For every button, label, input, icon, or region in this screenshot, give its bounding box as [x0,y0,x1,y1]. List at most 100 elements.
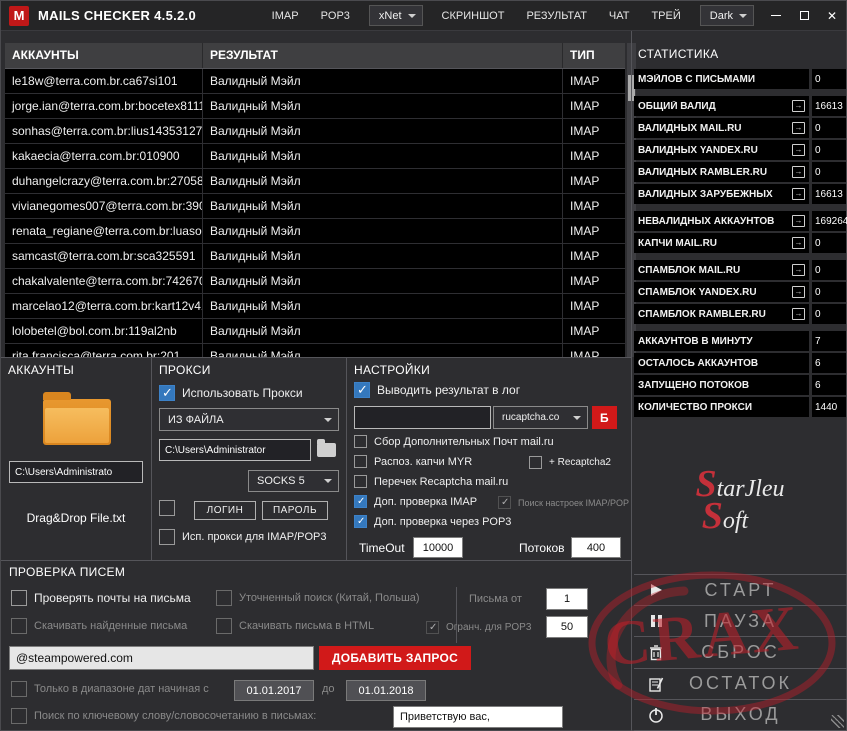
header-result[interactable]: РЕЗУЛЬТАТ [203,43,563,68]
download-html-checkbox[interactable]: Скачивать письма в HTML [216,618,374,634]
extra-pop3-checkbox[interactable]: Доп. проверка через POP3 [354,515,511,528]
menu-tray[interactable]: ТРЕЙ [640,1,691,31]
table-row[interactable]: renata_regiane@terra.com.br:luasol Валидн… [5,219,625,244]
play-icon [651,584,662,597]
recognize-captcha-label: Распоз. капчи MYR [374,455,473,468]
resize-grip[interactable] [831,715,844,728]
open-proxy-folder-icon[interactable] [317,439,336,457]
proxy-type-value: SOCKS 5 [257,475,305,487]
reset-button[interactable]: СБРОС [634,636,847,667]
check-letters-checkbox[interactable]: Проверять почты на письма [11,590,191,606]
type-cell: IMAP [570,99,600,113]
menu-screenshot[interactable]: СКРИНШОТ [431,1,516,31]
header-type[interactable]: ТИП [563,43,625,68]
account-cell: sonhas@terra.com.br:lius1435312776 [5,119,203,143]
proxy-for-imap-checkbox[interactable]: Исп. прокси для IMAP/POP3 [159,529,326,545]
log-output-checkbox[interactable]: Выводить результат в лог [354,382,520,398]
maximize-button[interactable] [790,1,818,31]
date-to-button[interactable]: 01.01.2018 [346,680,426,701]
xnet-select[interactable]: xNet [368,5,423,26]
table-row[interactable]: duhangelcrazy@terra.com.br:2705823 Валидн… [5,169,625,194]
close-button[interactable] [818,1,846,31]
stat-value: 0 [812,260,846,280]
threads-input[interactable] [571,537,621,558]
proxy-source-value: ИЗ ФАЙЛА [168,413,224,426]
table-row[interactable]: chakalvalente@terra.com.br:7426709 Валидн… [5,269,625,294]
use-proxy-checkbox[interactable]: Использовать Прокси [159,385,303,401]
table-row[interactable]: marcelao12@terra.com.br:kart12v41 Валидны… [5,294,625,319]
date-from-button[interactable]: 01.01.2017 [234,680,314,701]
table-row[interactable]: vivianegomes007@terra.com.br:3903 Валидны… [5,194,625,219]
result-cell: Валидный Мэйл [203,219,563,243]
stat-label-cell: СПАМБЛОК RAMBLER.RU [634,304,809,324]
log-output-label: Выводить результат в лог [377,383,521,397]
pop3-limit-input[interactable] [546,616,588,638]
export-icon[interactable] [792,308,805,320]
menu-chat[interactable]: ЧАТ [598,1,641,31]
proxy-path-input[interactable] [159,439,311,461]
captcha-service-select[interactable]: rucaptcha.co [493,406,588,429]
password-button[interactable]: ПАРОЛЬ [262,501,328,520]
theme-value: Dark [709,9,733,22]
export-icon[interactable] [792,188,805,200]
start-button[interactable]: СТАРТ [634,574,847,605]
export-icon[interactable] [792,100,805,112]
export-icon[interactable] [792,237,805,249]
captcha-key-input[interactable] [354,406,491,429]
table-row[interactable]: le18w@terra.com.br.ca67si101 Валидный Мэй… [5,69,625,94]
collect-mailru-checkbox[interactable]: Сбор Дополнительных Почт mail.ru [354,435,554,448]
theme-select[interactable]: Dark [699,5,754,26]
export-icon[interactable] [792,166,805,178]
proxy-auth-checkbox[interactable] [159,500,175,516]
proxy-type-select[interactable]: SOCKS 5 [248,470,339,492]
proxy-source-select[interactable]: ИЗ ФАЙЛА [159,408,339,431]
export-icon[interactable] [792,286,805,298]
download-found-checkbox[interactable]: Скачивать найденные письма [11,618,187,634]
menu-pop3[interactable]: POP3 [310,1,361,31]
checkbox-icon [354,435,367,448]
menu-result[interactable]: РЕЗУЛЬТАТ [515,1,597,31]
table-row[interactable]: samcast@terra.com.br:sca325591 Валидный М… [5,244,625,269]
stat-row: ОСТАЛОСЬ АККАУНТОВ 6 [634,353,846,373]
login-button[interactable]: ЛОГИН [194,501,256,520]
timeout-input[interactable] [413,537,463,558]
menu-imap[interactable]: IMAP [261,1,310,31]
open-accounts-folder-icon[interactable] [43,392,111,445]
extra-imap-checkbox[interactable]: Доп. проверка IMAP [354,495,477,508]
accounts-path-input[interactable] [9,461,143,483]
table-row[interactable]: lolobetel@bol.com.br:119al2nb Валидный Мэ… [5,319,625,344]
table-row[interactable]: kakaecia@terra.com.br:010900 Валидный Мэй… [5,144,625,169]
type-cell: IMAP [570,224,600,238]
keyword-input[interactable] [393,706,563,728]
export-icon[interactable] [792,122,805,134]
refined-search-checkbox[interactable]: Уточненный поиск (Китай, Польша) [216,590,420,606]
stat-row: ОБЩИЙ ВАЛИД 16613 [634,96,846,116]
titlebar: M MAILS CHECKER 4.5.2.0 IMAP POP3 xNet С… [1,1,846,31]
export-icon[interactable] [792,144,805,156]
pause-button[interactable]: ПАУЗА [634,605,847,636]
minimize-button[interactable] [762,1,790,31]
pop3-limit-checkbox[interactable]: Огранч. для POP3 [426,621,531,634]
recognize-captcha-checkbox[interactable]: Распоз. капчи MYR [354,455,472,468]
stat-row: ВАЛИДНЫХ YANDEX.RU 0 [634,140,846,160]
balance-button[interactable]: Б [592,406,617,429]
date-range-checkbox[interactable]: Только в диапазоне дат начиная с [11,681,209,697]
exit-label: ВЫХОД [700,704,781,725]
remainder-button[interactable]: ОСТАТОК [634,667,847,699]
recheck-recaptcha-checkbox[interactable]: Перечек Recaptcha mail.ru [354,475,508,488]
stat-value: 7 [812,331,846,351]
header-accounts[interactable]: АККАУНТЫ [5,43,203,68]
table-row[interactable]: rita.francisca@terra.com.br:201 Валидный … [5,344,625,357]
recaptcha2-checkbox[interactable]: + Recaptcha2 [529,456,611,469]
table-row[interactable]: jorge.ian@terra.com.br:bocetex8111 Валидн… [5,94,625,119]
exit-button[interactable]: ВЫХОД [634,698,847,731]
query-input[interactable] [9,646,314,670]
statistics-panel: СТАТИСТИКА МЭЙЛОВ С ПИСЬМАМИ 0 ОБЩИЙ ВАЛИ… [634,43,847,419]
checkbox-icon [354,382,370,398]
export-icon[interactable] [792,264,805,276]
table-row[interactable]: sonhas@terra.com.br:lius1435312776 Валидн… [5,119,625,144]
export-icon[interactable] [792,215,805,227]
keyword-search-checkbox[interactable]: Поиск по ключевому слову/словосочетанию … [11,708,316,724]
add-query-button[interactable]: ДОБАВИТЬ ЗАПРОС [319,646,471,670]
letters-from-input[interactable] [546,588,588,610]
